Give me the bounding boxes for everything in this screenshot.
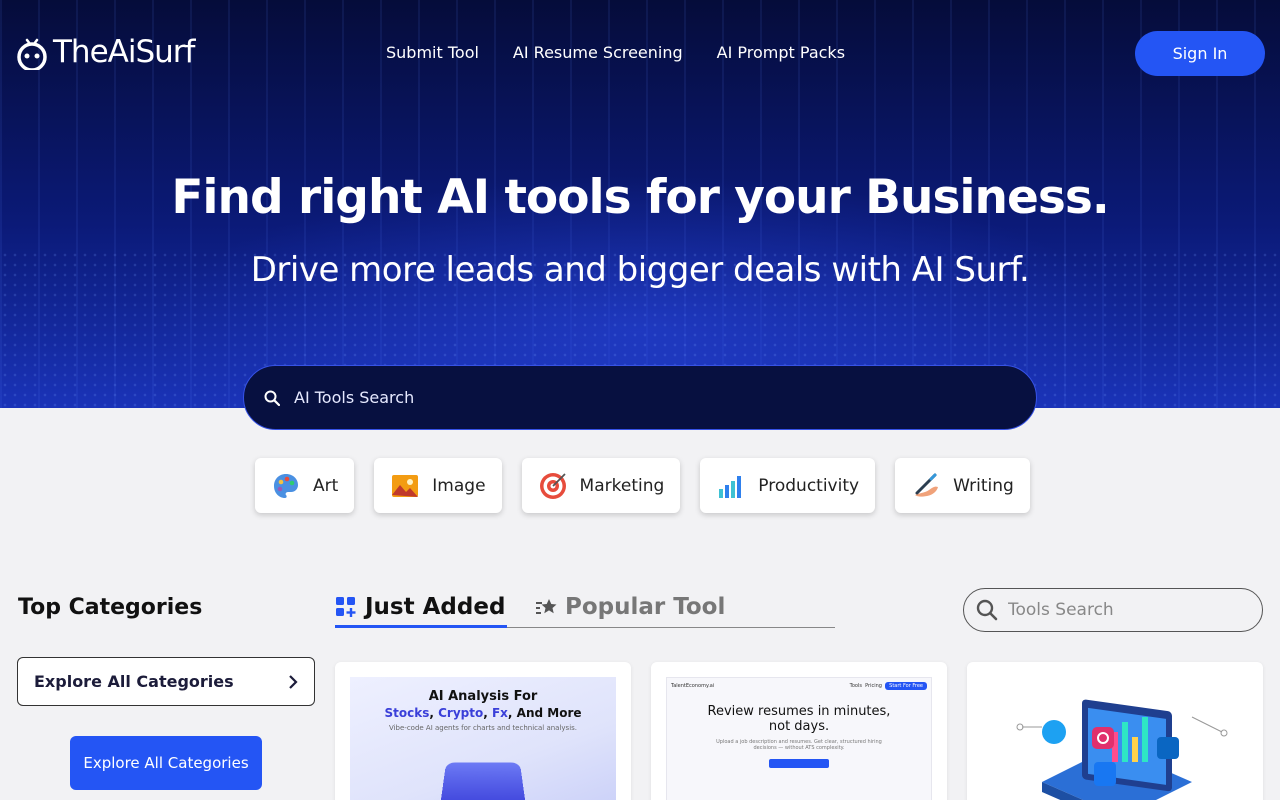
hero-title: Find right AI tools for your Business. (171, 170, 1109, 225)
brand-logo[interactable]: TheAiSurf (15, 34, 195, 70)
pen-hand-icon (915, 473, 939, 497)
thumb-navbar: TalentEconomy.ai Tools Pricing Start For… (667, 678, 931, 694)
hero-subtitle: Drive more leads and bigger deals with A… (250, 250, 1030, 290)
tab-popular-tool[interactable]: Popular Tool (535, 590, 725, 624)
chip-label: Image (432, 475, 486, 496)
thumb-headline: AI Analysis For (428, 689, 538, 704)
tools-search-input[interactable] (1008, 600, 1248, 620)
chip-label: Marketing (579, 475, 665, 496)
category-chips: Art Image Marketing Productivity Writing (255, 458, 1030, 513)
tools-search-bar[interactable] (963, 588, 1263, 632)
hero-search-bar[interactable] (243, 365, 1037, 430)
social-network-illustration (1016, 699, 1228, 800)
nav-submit-tool[interactable]: Submit Tool (386, 43, 479, 62)
chip-art[interactable]: Art (255, 458, 355, 513)
grid-plus-icon (336, 597, 356, 617)
search-icon (264, 390, 280, 406)
ai-chip-illustration (439, 762, 527, 800)
tab-just-added-label: Just Added (365, 594, 506, 620)
thumb-caption: Upload a job description and resumes. Ge… (716, 739, 882, 751)
chip-marketing[interactable]: Marketing (521, 458, 681, 513)
tab-popular-tool-label: Popular Tool (565, 594, 726, 620)
tool-card-thumbnail[interactable] (982, 677, 1248, 800)
thumb-headline: Review resumes in minutes, not days. (707, 704, 891, 734)
chip-label: Writing (953, 475, 1014, 496)
tab-just-added[interactable]: Just Added (335, 590, 508, 628)
thumb-caption: Vibe-code AI agents for charts and techn… (388, 724, 578, 732)
thumb-cta (769, 759, 829, 768)
star-list-icon (536, 599, 557, 614)
nav-ai-prompt-packs[interactable]: AI Prompt Packs (717, 43, 845, 62)
tool-tabs: Just Added Popular Tool (335, 590, 835, 628)
explore-all-categories-label: Explore All Categories (34, 672, 234, 691)
chip-writing[interactable]: Writing (895, 458, 1030, 513)
main-nav: Submit Tool AI Resume Screening AI Promp… (386, 43, 845, 62)
chip-productivity[interactable]: Productivity (700, 458, 876, 513)
explore-all-categories-button[interactable]: Explore All Categories (70, 736, 262, 790)
chevron-right-icon (289, 674, 298, 689)
thumb-subheadline: Stocks, Crypto, Fx, And More (384, 706, 582, 720)
chip-label: Art (313, 475, 339, 496)
tool-card[interactable]: AI Analysis For Stocks, Crypto, Fx, And … (335, 662, 631, 800)
hero-section: TheAiSurf Submit Tool AI Resume Screenin… (0, 0, 1280, 408)
top-categories-title: Top Categories (18, 595, 203, 620)
tool-card[interactable]: TalentEconomy.ai Tools Pricing Start For… (651, 662, 947, 800)
hero-search-input[interactable] (294, 388, 1036, 407)
picture-icon (392, 474, 419, 497)
sign-in-button[interactable]: Sign In (1135, 31, 1265, 76)
tool-card-thumbnail[interactable]: TalentEconomy.ai Tools Pricing Start For… (666, 677, 932, 800)
search-icon (976, 599, 998, 621)
nav-ai-resume-screening[interactable]: AI Resume Screening (513, 43, 683, 62)
tool-card-thumbnail[interactable]: AI Analysis For Stocks, Crypto, Fx, And … (350, 677, 616, 800)
target-icon (539, 472, 566, 499)
chip-image[interactable]: Image (374, 458, 502, 513)
chip-label: Productivity (758, 475, 860, 496)
robot-face-icon (17, 38, 47, 70)
brand-name: TheAiSurf (53, 34, 195, 70)
explore-all-categories-link[interactable]: Explore All Categories (17, 657, 315, 706)
palette-icon (274, 473, 298, 498)
tool-card[interactable] (967, 662, 1263, 800)
bar-chart-icon (719, 475, 742, 498)
